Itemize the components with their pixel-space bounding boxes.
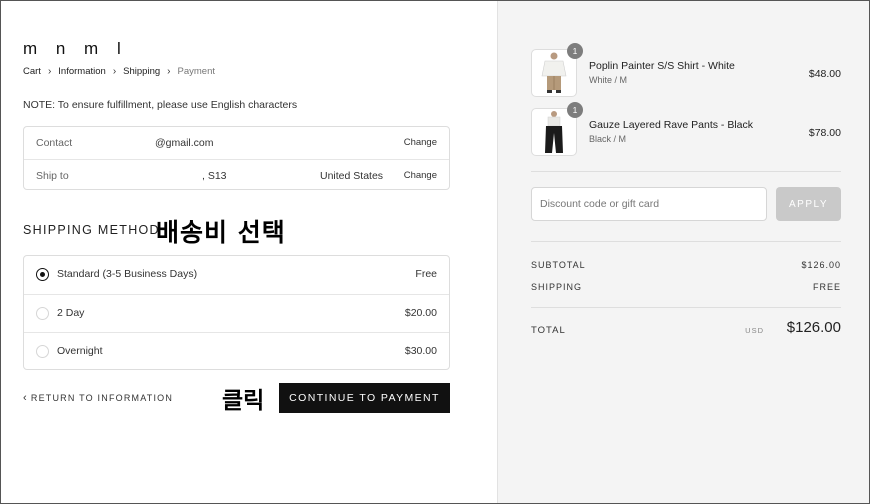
shipping-option-price: Free [415, 268, 437, 280]
ship-to-address: , S13 [202, 170, 227, 182]
chevron-right-icon: › [112, 66, 117, 77]
shipping-option-price: $20.00 [404, 307, 437, 319]
change-contact-link[interactable]: Change [404, 137, 437, 148]
annotation-click: 클릭 [222, 388, 265, 414]
quantity-badge: 1 [567, 102, 583, 118]
quantity-badge: 1 [567, 43, 583, 59]
item-variant: Black / M [589, 134, 627, 144]
product-thumbnail: 1 [531, 43, 583, 97]
annotation-select-shipping: 배송비 선택 [156, 218, 286, 247]
divider [531, 241, 841, 242]
shipping-row: SHIPPING FREE [531, 282, 841, 292]
breadcrumb-information[interactable]: Information [58, 66, 106, 77]
subtotal-label: SUBTOTAL [531, 260, 586, 270]
apply-discount-button[interactable]: APPLY [776, 187, 841, 221]
ship-to-label: Ship to [36, 170, 69, 182]
return-to-information-link[interactable]: ‹ RETURN TO INFORMATION [23, 392, 173, 404]
store-logo[interactable]: m n m l [23, 39, 128, 59]
chevron-right-icon: › [167, 66, 171, 77]
item-variant: White / M [589, 75, 628, 85]
contact-label: Contact [36, 137, 73, 149]
cart-item: 1 Gauze Layered Rave Pants - Black Black… [531, 102, 841, 156]
shipping-label: SHIPPING [531, 282, 583, 292]
chevron-right-icon: › [47, 66, 52, 77]
contact-row: Contact @gmail.com Change [24, 127, 449, 159]
shipping-method-list: Standard (3-5 Business Days) Free 2 Day … [23, 255, 450, 370]
shipping-value: FREE [812, 282, 841, 292]
cart-item: 1 Poplin Painter S/S Shirt - White White… [531, 43, 841, 97]
shipping-option-label: 2 Day [57, 307, 85, 319]
shipping-option-label: Overnight [57, 345, 103, 357]
divider [531, 171, 841, 172]
change-ship-to-link[interactable]: Change [404, 170, 437, 181]
total-label: TOTAL [531, 325, 566, 336]
total-row: TOTAL USD $126.00 [531, 319, 841, 341]
breadcrumb-payment: Payment [177, 66, 216, 77]
fulfillment-note: NOTE: To ensure fulfillment, please use … [23, 99, 298, 111]
shipping-option-2day[interactable]: 2 Day $20.00 [24, 294, 449, 332]
contact-value: @gmail.com [155, 137, 214, 149]
order-summary: 1 Poplin Painter S/S Shirt - White White… [497, 1, 869, 503]
breadcrumb-shipping[interactable]: Shipping [123, 66, 160, 77]
ship-to-row: Ship to , S13 United States Change [24, 159, 449, 191]
shipping-option-overnight[interactable]: Overnight $30.00 [24, 332, 449, 370]
shipping-option-label: Standard (3-5 Business Days) [57, 268, 198, 280]
item-price: $48.00 [808, 68, 841, 80]
review-block: Contact @gmail.com Change Ship to , S13 … [23, 126, 450, 190]
shipping-option-standard[interactable]: Standard (3-5 Business Days) Free [24, 256, 449, 294]
radio-selected[interactable] [36, 268, 49, 281]
breadcrumb: Cart › Information › Shipping › Payment [23, 66, 215, 77]
product-thumbnail: 1 [531, 102, 583, 156]
ship-to-country: United States [320, 170, 384, 182]
total-value: $126.00 [786, 319, 841, 336]
item-price: $78.00 [808, 127, 841, 139]
shipping-option-price: $30.00 [404, 345, 437, 357]
shipping-method-title: SHIPPING METHOD [23, 223, 160, 237]
continue-to-payment-button[interactable]: CONTINUE TO PAYMENT [279, 383, 450, 413]
discount-code-input[interactable] [531, 187, 767, 221]
item-name: Gauze Layered Rave Pants - Black [589, 119, 754, 131]
return-label: RETURN TO INFORMATION [30, 393, 174, 403]
divider [531, 307, 841, 308]
radio-unselected[interactable] [36, 307, 49, 320]
checkout-main: m n m l Cart › Information › Shipping › … [1, 1, 497, 503]
radio-unselected[interactable] [36, 345, 49, 358]
breadcrumb-cart[interactable]: Cart [23, 66, 41, 77]
currency-code: USD [745, 326, 764, 335]
subtotal-value: $126.00 [801, 260, 841, 270]
chevron-left-icon: ‹ [23, 392, 28, 404]
subtotal-row: SUBTOTAL $126.00 [531, 260, 841, 270]
item-name: Poplin Painter S/S Shirt - White [589, 60, 735, 72]
